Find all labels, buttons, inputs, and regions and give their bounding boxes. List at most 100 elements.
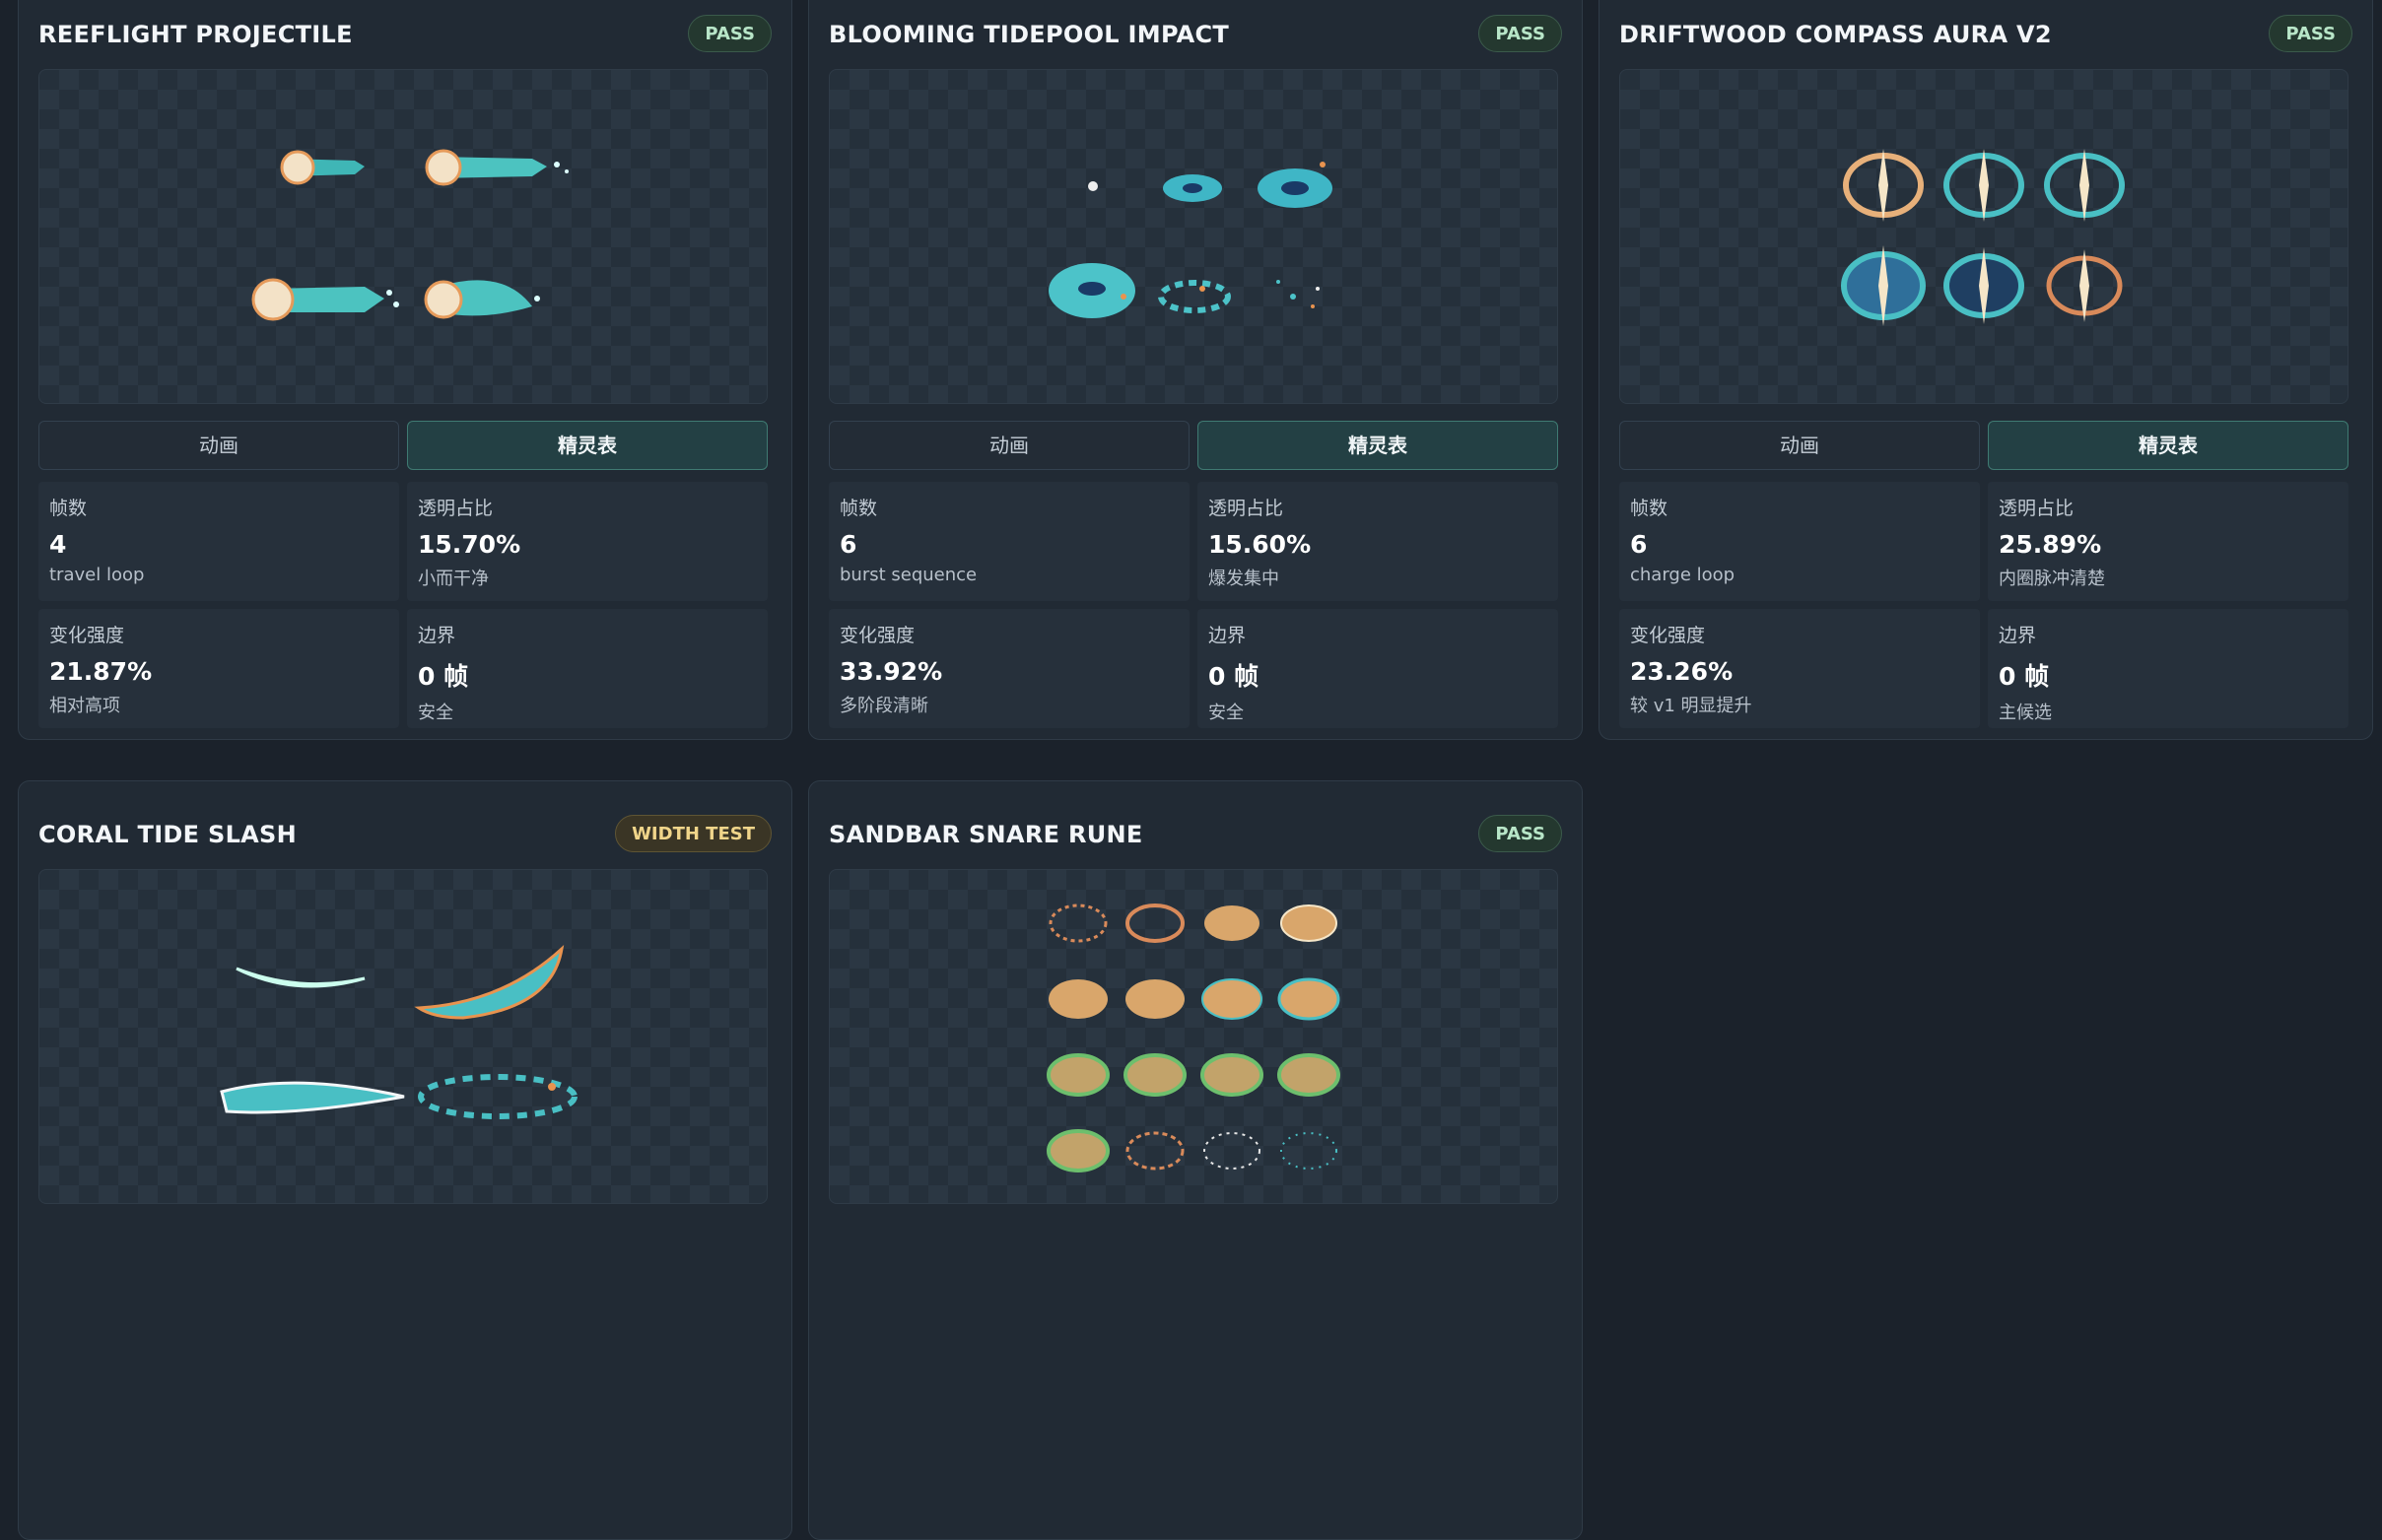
- stat-note: burst sequence: [840, 565, 978, 585]
- stat-note: 安全: [418, 703, 453, 723]
- impact-frame-2: [1163, 174, 1222, 202]
- aura-frame-2: [1943, 149, 2024, 222]
- stat-label: 变化强度: [840, 625, 916, 646]
- stat-value: 0 帧: [418, 662, 469, 691]
- view-tabs: 动画 精灵表: [829, 421, 1558, 470]
- stat-border: 边界 0 帧 主候选: [1988, 609, 2348, 728]
- aura-frame-5: [1943, 247, 2024, 324]
- stat-note: 小而干净: [418, 569, 489, 589]
- card-title: CORAL TIDE SLASH: [38, 821, 298, 848]
- stat-note: charge loop: [1630, 565, 1735, 585]
- view-tabs: 动画 精灵表: [1619, 421, 2348, 470]
- status-badge: PASS: [2269, 15, 2352, 52]
- stat-label: 边界: [1999, 625, 2037, 646]
- aura-frame-3: [2044, 149, 2125, 222]
- aura-frame-1: [1843, 149, 1924, 222]
- stat-border: 边界 0 帧 安全: [407, 609, 768, 728]
- stat-variance: 变化强度 23.26% 较 v1 明显提升: [1619, 609, 1980, 728]
- card-title: BLOOMING TIDEPOOL IMPACT: [829, 21, 1230, 48]
- slash-frame-2: [414, 944, 565, 1020]
- stat-label: 透明占比: [1208, 498, 1284, 519]
- sprite-preview: [38, 869, 768, 1204]
- rune-sprite-sheet: [1047, 904, 1340, 1172]
- status-badge: PASS: [1478, 815, 1562, 852]
- stat-label: 边界: [1208, 625, 1247, 646]
- stat-alpha: 透明占比 25.89% 内圈脉冲清楚: [1988, 482, 2348, 601]
- stat-frames: 帧数 6 burst sequence: [829, 482, 1190, 601]
- stat-value: 4: [49, 530, 67, 559]
- stat-value: 23.26%: [1630, 657, 1734, 686]
- stat-variance: 变化强度 21.87% 相对高项: [38, 609, 399, 728]
- stat-note: 相对高项: [49, 696, 120, 716]
- stat-value: 6: [1630, 530, 1648, 559]
- slash-frame-1: [236, 967, 366, 988]
- stat-value: 15.70%: [418, 530, 521, 559]
- card-sandbar-snare-rune: SANDBAR SNARE RUNE PASS: [808, 780, 1583, 1540]
- impact-frame-6: [1276, 280, 1320, 308]
- stat-value: 25.89%: [1999, 530, 2102, 559]
- stats-grid: 帧数 4 travel loop 透明占比 15.70% 小而干净 变化强度 2…: [38, 482, 768, 728]
- stat-note: travel loop: [49, 565, 145, 585]
- sprite-preview: [38, 69, 768, 404]
- card-title: REEFLIGHT PROJECTILE: [38, 21, 353, 48]
- status-badge: WIDTH TEST: [615, 815, 772, 852]
- tab-animation[interactable]: 动画: [1619, 421, 1980, 470]
- card-blooming-tidepool-impact: BLOOMING TIDEPOOL IMPACT PASS 动画 精灵表 帧数 …: [808, 0, 1583, 740]
- impact-frame-1: [1088, 181, 1098, 191]
- status-badge: PASS: [1478, 15, 1562, 52]
- stat-label: 帧数: [49, 498, 88, 519]
- stats-grid: 帧数 6 charge loop 透明占比 25.89% 内圈脉冲清楚 变化强度…: [1619, 482, 2348, 728]
- impact-sprite-sheet: [1049, 162, 1332, 318]
- stat-note: 爆发集中: [1208, 569, 1279, 589]
- view-tabs: 动画 精灵表: [38, 421, 768, 470]
- aura-frame-4: [1841, 245, 1926, 326]
- tab-sprite-sheet[interactable]: 精灵表: [407, 421, 768, 470]
- stat-value: 0 帧: [1208, 662, 1259, 691]
- stat-label: 变化强度: [49, 625, 125, 646]
- tab-sprite-sheet[interactable]: 精灵表: [1197, 421, 1558, 470]
- impact-frame-3: [1258, 162, 1332, 208]
- stat-label: 变化强度: [1630, 625, 1706, 646]
- stat-value: 6: [840, 530, 857, 559]
- stat-value: 21.87%: [49, 657, 153, 686]
- rune-frames: [1047, 904, 1340, 1172]
- stat-note: 主候选: [1999, 703, 2052, 723]
- stat-alpha: 透明占比 15.70% 小而干净: [407, 482, 768, 601]
- stat-alpha: 透明占比 15.60% 爆发集中: [1197, 482, 1558, 601]
- aura-sprite-sheet: [1841, 149, 2125, 326]
- aura-frame-6: [2046, 249, 2123, 322]
- tab-sprite-sheet[interactable]: 精灵表: [1988, 421, 2348, 470]
- impact-frame-5: [1158, 280, 1231, 313]
- projectile-frame-2: [425, 149, 569, 186]
- sprite-preview: [829, 69, 1558, 404]
- stat-frames: 帧数 4 travel loop: [38, 482, 399, 601]
- card-grid-row-1: REEFLIGHT PROJECTILE PASS 动画 精灵表 帧数 4 tr…: [18, 0, 2373, 740]
- stat-border: 边界 0 帧 安全: [1197, 609, 1558, 728]
- slash-frame-3: [220, 1081, 405, 1114]
- stat-frames: 帧数 6 charge loop: [1619, 482, 1980, 601]
- card-title: DRIFTWOOD COMPASS AURA V2: [1619, 21, 2052, 48]
- sprite-preview: [1619, 69, 2348, 404]
- impact-frame-4: [1049, 263, 1135, 318]
- stat-value: 0 帧: [1999, 662, 2050, 691]
- projectile-frame-1: [280, 150, 365, 185]
- stat-note: 内圈脉冲清楚: [1999, 569, 2105, 589]
- stat-label: 帧数: [1630, 498, 1668, 519]
- stat-variance: 变化强度 33.92% 多阶段清晰: [829, 609, 1190, 728]
- stat-value: 33.92%: [840, 657, 943, 686]
- sprite-preview: [829, 869, 1558, 1204]
- tab-animation[interactable]: 动画: [829, 421, 1190, 470]
- tab-animation[interactable]: 动画: [38, 421, 399, 470]
- card-coral-tide-slash: CORAL TIDE SLASH WIDTH TEST: [18, 780, 792, 1540]
- stat-label: 边界: [418, 625, 456, 646]
- stat-label: 帧数: [840, 498, 878, 519]
- card-grid-row-2: CORAL TIDE SLASH WIDTH TEST SANDBAR SNAR…: [18, 780, 2373, 1540]
- stat-label: 透明占比: [418, 498, 494, 519]
- stat-value: 15.60%: [1208, 530, 1312, 559]
- slash-frame-4: [418, 1074, 578, 1119]
- status-badge: PASS: [688, 15, 772, 52]
- slash-sprite-sheet: [220, 944, 578, 1119]
- card-driftwood-compass-aura: DRIFTWOOD COMPASS AURA V2 PASS 动画 精灵表 帧数…: [1599, 0, 2373, 740]
- stat-note: 安全: [1208, 703, 1244, 723]
- stat-note: 较 v1 明显提升: [1630, 696, 1752, 716]
